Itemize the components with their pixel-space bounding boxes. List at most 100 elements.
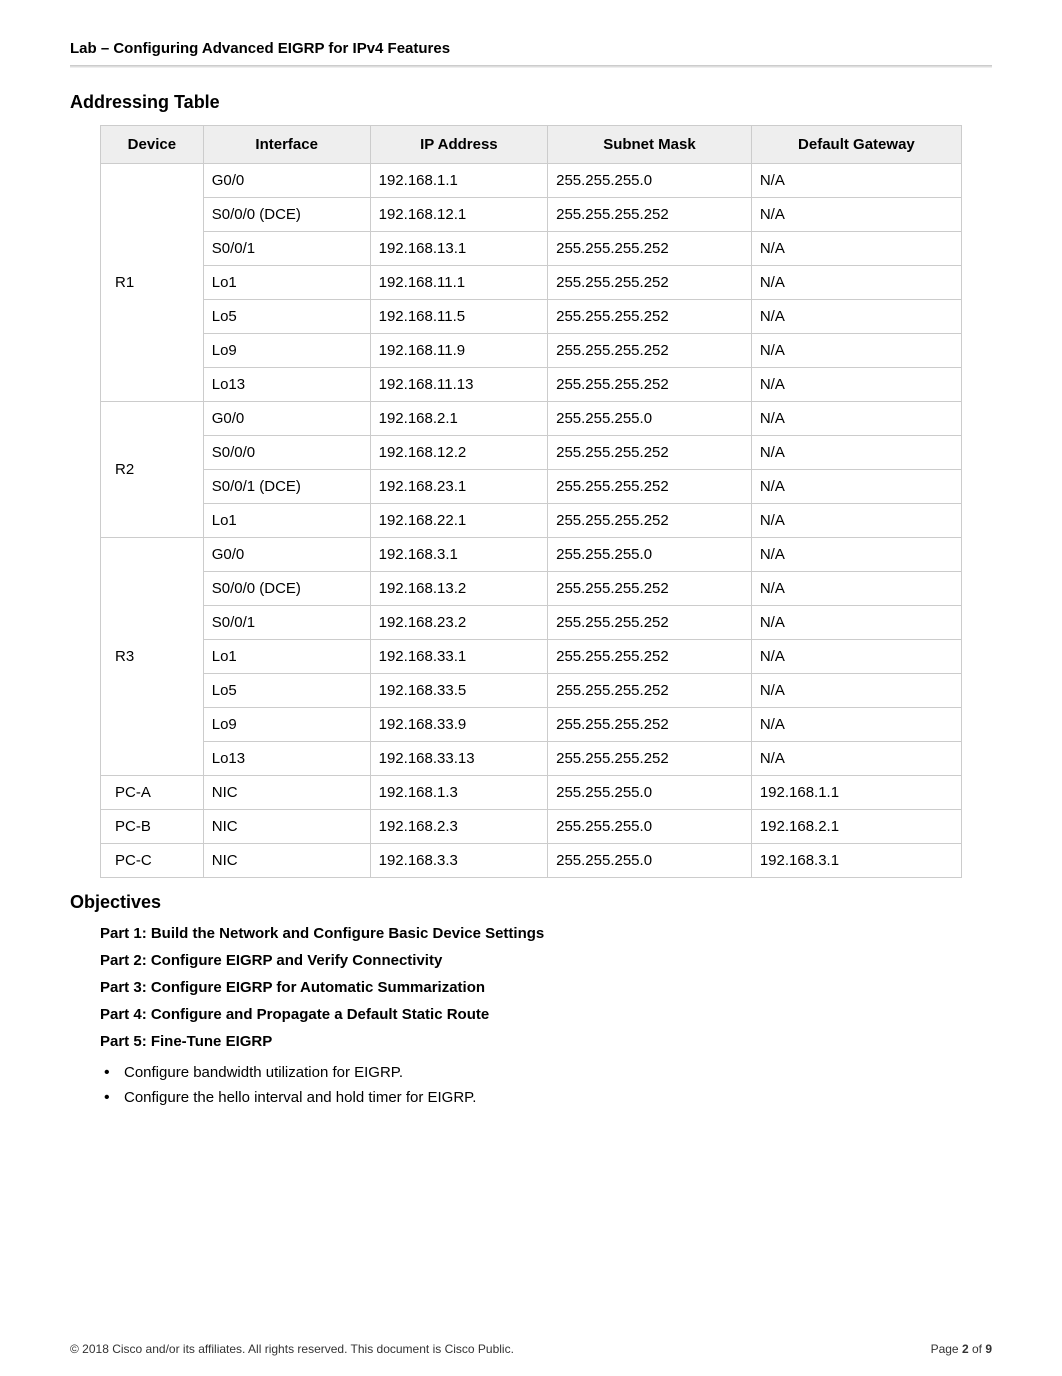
gateway-cell: N/A [751, 572, 961, 606]
ip-cell: 192.168.3.3 [370, 844, 547, 878]
gateway-cell: N/A [751, 164, 961, 198]
mask-cell: 255.255.255.252 [548, 708, 752, 742]
table-row: R1G0/0192.168.1.1255.255.255.0N/A [101, 164, 962, 198]
table-row: PC-ANIC192.168.1.3255.255.255.0192.168.1… [101, 776, 962, 810]
mask-cell: 255.255.255.252 [548, 674, 752, 708]
table-row: S0/0/1192.168.23.2255.255.255.252N/A [101, 606, 962, 640]
interface-cell: G0/0 [203, 164, 370, 198]
device-cell: PC-C [101, 844, 204, 878]
lab-header: Lab – Configuring Advanced EIGRP for IPv… [70, 40, 992, 65]
device-cell: PC-A [101, 776, 204, 810]
gateway-cell: N/A [751, 334, 961, 368]
gateway-cell: 192.168.3.1 [751, 844, 961, 878]
device-cell: R3 [101, 538, 204, 776]
ip-cell: 192.168.1.1 [370, 164, 547, 198]
mask-cell: 255.255.255.0 [548, 538, 752, 572]
interface-cell: Lo5 [203, 674, 370, 708]
ip-cell: 192.168.13.2 [370, 572, 547, 606]
gateway-cell: N/A [751, 640, 961, 674]
page-footer: © 2018 Cisco and/or its affiliates. All … [70, 1342, 992, 1356]
interface-cell: NIC [203, 776, 370, 810]
page-total: 9 [985, 1342, 992, 1356]
objective-part: Part 1: Build the Network and Configure … [100, 925, 992, 942]
addressing-table: Device Interface IP Address Subnet Mask … [100, 125, 962, 878]
gateway-cell: N/A [751, 504, 961, 538]
gateway-cell: N/A [751, 538, 961, 572]
table-row: Lo1192.168.22.1255.255.255.252N/A [101, 504, 962, 538]
table-row: PC-CNIC192.168.3.3255.255.255.0192.168.3… [101, 844, 962, 878]
interface-cell: S0/0/0 (DCE) [203, 198, 370, 232]
page-label: Page [931, 1342, 962, 1356]
gateway-cell: N/A [751, 436, 961, 470]
table-row: Lo13192.168.33.13255.255.255.252N/A [101, 742, 962, 776]
objective-part: Part 3: Configure EIGRP for Automatic Su… [100, 979, 992, 996]
gateway-cell: N/A [751, 368, 961, 402]
addressing-table-heading: Addressing Table [70, 92, 992, 113]
interface-cell: S0/0/1 [203, 606, 370, 640]
table-row: R2G0/0192.168.2.1255.255.255.0N/A [101, 402, 962, 436]
ip-cell: 192.168.2.1 [370, 402, 547, 436]
ip-cell: 192.168.12.1 [370, 198, 547, 232]
mask-cell: 255.255.255.0 [548, 844, 752, 878]
interface-cell: S0/0/1 [203, 232, 370, 266]
page-of: of [969, 1342, 986, 1356]
mask-cell: 255.255.255.252 [548, 572, 752, 606]
table-row: S0/0/0192.168.12.2255.255.255.252N/A [101, 436, 962, 470]
ip-cell: 192.168.1.3 [370, 776, 547, 810]
gateway-cell: N/A [751, 742, 961, 776]
ip-cell: 192.168.33.1 [370, 640, 547, 674]
gateway-cell: N/A [751, 198, 961, 232]
table-row: Lo5192.168.11.5255.255.255.252N/A [101, 300, 962, 334]
mask-cell: 255.255.255.252 [548, 232, 752, 266]
interface-cell: NIC [203, 844, 370, 878]
ip-cell: 192.168.2.3 [370, 810, 547, 844]
device-cell: R1 [101, 164, 204, 402]
objectives-heading: Objectives [70, 892, 992, 913]
gateway-cell: N/A [751, 266, 961, 300]
ip-cell: 192.168.23.1 [370, 470, 547, 504]
ip-cell: 192.168.11.9 [370, 334, 547, 368]
gateway-cell: N/A [751, 470, 961, 504]
gateway-cell: N/A [751, 300, 961, 334]
interface-cell: NIC [203, 810, 370, 844]
page-current: 2 [962, 1342, 969, 1356]
ip-cell: 192.168.33.9 [370, 708, 547, 742]
interface-cell: Lo5 [203, 300, 370, 334]
header-divider [70, 65, 992, 68]
ip-cell: 192.168.12.2 [370, 436, 547, 470]
interface-cell: Lo1 [203, 266, 370, 300]
table-row: Lo13192.168.11.13255.255.255.252N/A [101, 368, 962, 402]
gateway-cell: 192.168.2.1 [751, 810, 961, 844]
mask-cell: 255.255.255.252 [548, 504, 752, 538]
ip-cell: 192.168.11.1 [370, 266, 547, 300]
device-cell: R2 [101, 402, 204, 538]
objective-bullet: Configure bandwidth utilization for EIGR… [100, 1060, 992, 1085]
mask-cell: 255.255.255.252 [548, 368, 752, 402]
col-device: Device [101, 126, 204, 164]
mask-cell: 255.255.255.0 [548, 776, 752, 810]
ip-cell: 192.168.11.13 [370, 368, 547, 402]
table-row: Lo9192.168.11.9255.255.255.252N/A [101, 334, 962, 368]
gateway-cell: N/A [751, 232, 961, 266]
mask-cell: 255.255.255.252 [548, 436, 752, 470]
interface-cell: S0/0/0 [203, 436, 370, 470]
table-row: S0/0/0 (DCE)192.168.12.1255.255.255.252N… [101, 198, 962, 232]
col-gateway: Default Gateway [751, 126, 961, 164]
mask-cell: 255.255.255.0 [548, 164, 752, 198]
mask-cell: 255.255.255.252 [548, 300, 752, 334]
interface-cell: Lo1 [203, 504, 370, 538]
footer-pagination: Page 2 of 9 [931, 1342, 992, 1356]
interface-cell: Lo13 [203, 742, 370, 776]
table-row: Lo1192.168.33.1255.255.255.252N/A [101, 640, 962, 674]
ip-cell: 192.168.11.5 [370, 300, 547, 334]
table-row: S0/0/1 (DCE)192.168.23.1255.255.255.252N… [101, 470, 962, 504]
interface-cell: Lo9 [203, 708, 370, 742]
table-row: PC-BNIC192.168.2.3255.255.255.0192.168.2… [101, 810, 962, 844]
objective-part: Part 4: Configure and Propagate a Defaul… [100, 1006, 992, 1023]
ip-cell: 192.168.3.1 [370, 538, 547, 572]
gateway-cell: N/A [751, 708, 961, 742]
interface-cell: Lo13 [203, 368, 370, 402]
gateway-cell: 192.168.1.1 [751, 776, 961, 810]
ip-cell: 192.168.23.2 [370, 606, 547, 640]
footer-copyright: © 2018 Cisco and/or its affiliates. All … [70, 1342, 514, 1356]
